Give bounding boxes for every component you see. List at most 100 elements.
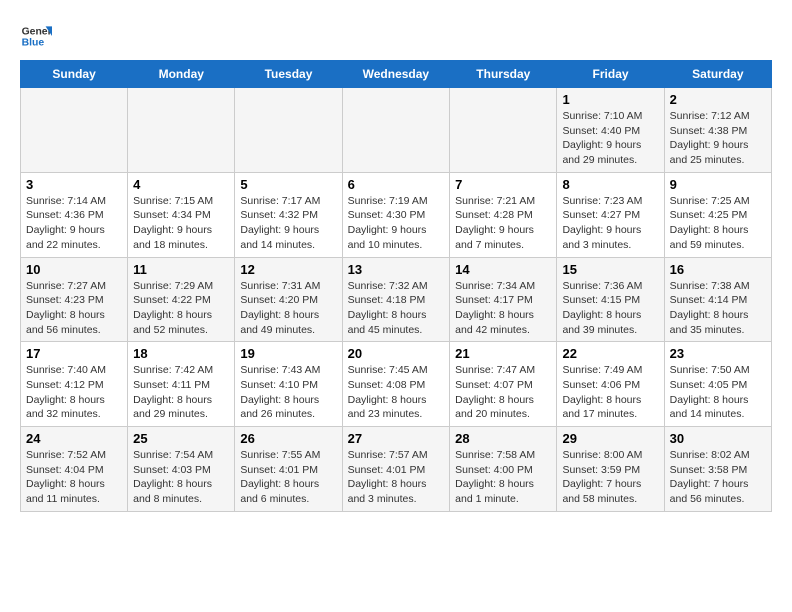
- day-info: Sunrise: 7:58 AM Sunset: 4:00 PM Dayligh…: [455, 448, 551, 507]
- day-number: 12: [240, 262, 336, 277]
- day-number: 26: [240, 431, 336, 446]
- calendar-cell: [128, 88, 235, 173]
- calendar-cell: 1 Sunrise: 7:10 AM Sunset: 4:40 PM Daylig…: [557, 88, 664, 173]
- day-number: 29: [562, 431, 658, 446]
- day-info: Sunrise: 7:49 AM Sunset: 4:06 PM Dayligh…: [562, 363, 658, 422]
- calendar-table: SundayMondayTuesdayWednesdayThursdayFrid…: [20, 60, 772, 512]
- calendar-cell: 3 Sunrise: 7:14 AM Sunset: 4:36 PM Daylig…: [21, 172, 128, 257]
- day-info: Sunrise: 7:14 AM Sunset: 4:36 PM Dayligh…: [26, 194, 122, 253]
- day-info: Sunrise: 7:54 AM Sunset: 4:03 PM Dayligh…: [133, 448, 229, 507]
- day-info: Sunrise: 7:55 AM Sunset: 4:01 PM Dayligh…: [240, 448, 336, 507]
- day-number: 4: [133, 177, 229, 192]
- day-number: 2: [670, 92, 766, 107]
- calendar-row: 10 Sunrise: 7:27 AM Sunset: 4:23 PM Dayli…: [21, 257, 772, 342]
- day-info: Sunrise: 7:21 AM Sunset: 4:28 PM Dayligh…: [455, 194, 551, 253]
- calendar-cell: 6 Sunrise: 7:19 AM Sunset: 4:30 PM Daylig…: [342, 172, 450, 257]
- day-number: 22: [562, 346, 658, 361]
- weekday-header: Saturday: [664, 61, 771, 88]
- day-info: Sunrise: 7:19 AM Sunset: 4:30 PM Dayligh…: [348, 194, 445, 253]
- calendar-cell: [450, 88, 557, 173]
- day-number: 13: [348, 262, 445, 277]
- day-info: Sunrise: 7:52 AM Sunset: 4:04 PM Dayligh…: [26, 448, 122, 507]
- day-number: 1: [562, 92, 658, 107]
- weekday-header: Thursday: [450, 61, 557, 88]
- day-info: Sunrise: 7:10 AM Sunset: 4:40 PM Dayligh…: [562, 109, 658, 168]
- calendar-cell: 10 Sunrise: 7:27 AM Sunset: 4:23 PM Dayli…: [21, 257, 128, 342]
- calendar-cell: 16 Sunrise: 7:38 AM Sunset: 4:14 PM Dayli…: [664, 257, 771, 342]
- calendar-cell: 29 Sunrise: 8:00 AM Sunset: 3:59 PM Dayli…: [557, 427, 664, 512]
- day-info: Sunrise: 8:00 AM Sunset: 3:59 PM Dayligh…: [562, 448, 658, 507]
- calendar-cell: 13 Sunrise: 7:32 AM Sunset: 4:18 PM Dayli…: [342, 257, 450, 342]
- day-number: 17: [26, 346, 122, 361]
- day-info: Sunrise: 7:27 AM Sunset: 4:23 PM Dayligh…: [26, 279, 122, 338]
- day-info: Sunrise: 8:02 AM Sunset: 3:58 PM Dayligh…: [670, 448, 766, 507]
- day-info: Sunrise: 7:38 AM Sunset: 4:14 PM Dayligh…: [670, 279, 766, 338]
- calendar-cell: 26 Sunrise: 7:55 AM Sunset: 4:01 PM Dayli…: [235, 427, 342, 512]
- day-number: 3: [26, 177, 122, 192]
- weekday-header: Friday: [557, 61, 664, 88]
- day-info: Sunrise: 7:47 AM Sunset: 4:07 PM Dayligh…: [455, 363, 551, 422]
- day-number: 24: [26, 431, 122, 446]
- header-row: SundayMondayTuesdayWednesdayThursdayFrid…: [21, 61, 772, 88]
- day-number: 6: [348, 177, 445, 192]
- day-number: 11: [133, 262, 229, 277]
- weekday-header: Monday: [128, 61, 235, 88]
- calendar-cell: 20Sunrise: 7:45 AM Sunset: 4:08 PM Dayli…: [342, 342, 450, 427]
- day-number: 28: [455, 431, 551, 446]
- weekday-header: Tuesday: [235, 61, 342, 88]
- day-number: 23: [670, 346, 766, 361]
- day-info: Sunrise: 7:45 AM Sunset: 4:08 PM Dayligh…: [348, 363, 445, 422]
- day-number: 19: [240, 346, 336, 361]
- calendar-cell: 4Sunrise: 7:15 AM Sunset: 4:34 PM Daylig…: [128, 172, 235, 257]
- day-number: 7: [455, 177, 551, 192]
- day-info: Sunrise: 7:40 AM Sunset: 4:12 PM Dayligh…: [26, 363, 122, 422]
- calendar-row: 1 Sunrise: 7:10 AM Sunset: 4:40 PM Daylig…: [21, 88, 772, 173]
- calendar-cell: 18 Sunrise: 7:42 AM Sunset: 4:11 PM Dayli…: [128, 342, 235, 427]
- calendar-cell: 2 Sunrise: 7:12 AM Sunset: 4:38 PM Daylig…: [664, 88, 771, 173]
- day-info: Sunrise: 7:57 AM Sunset: 4:01 PM Dayligh…: [348, 448, 445, 507]
- day-number: 30: [670, 431, 766, 446]
- calendar-row: 3 Sunrise: 7:14 AM Sunset: 4:36 PM Daylig…: [21, 172, 772, 257]
- calendar-header: SundayMondayTuesdayWednesdayThursdayFrid…: [21, 61, 772, 88]
- day-number: 9: [670, 177, 766, 192]
- calendar-cell: 25 Sunrise: 7:54 AM Sunset: 4:03 PM Dayli…: [128, 427, 235, 512]
- calendar-cell: 9Sunrise: 7:25 AM Sunset: 4:25 PM Daylig…: [664, 172, 771, 257]
- day-info: Sunrise: 7:32 AM Sunset: 4:18 PM Dayligh…: [348, 279, 445, 338]
- calendar-cell: 11 Sunrise: 7:29 AM Sunset: 4:22 PM Dayli…: [128, 257, 235, 342]
- weekday-header: Wednesday: [342, 61, 450, 88]
- calendar-cell: 7 Sunrise: 7:21 AM Sunset: 4:28 PM Daylig…: [450, 172, 557, 257]
- day-info: Sunrise: 7:34 AM Sunset: 4:17 PM Dayligh…: [455, 279, 551, 338]
- day-info: Sunrise: 7:29 AM Sunset: 4:22 PM Dayligh…: [133, 279, 229, 338]
- calendar-cell: 15Sunrise: 7:36 AM Sunset: 4:15 PM Dayli…: [557, 257, 664, 342]
- day-info: Sunrise: 7:12 AM Sunset: 4:38 PM Dayligh…: [670, 109, 766, 168]
- calendar-cell: 5 Sunrise: 7:17 AM Sunset: 4:32 PM Daylig…: [235, 172, 342, 257]
- calendar-cell: [235, 88, 342, 173]
- day-number: 25: [133, 431, 229, 446]
- day-number: 16: [670, 262, 766, 277]
- calendar-cell: [342, 88, 450, 173]
- calendar-cell: 21 Sunrise: 7:47 AM Sunset: 4:07 PM Dayli…: [450, 342, 557, 427]
- day-info: Sunrise: 7:50 AM Sunset: 4:05 PM Dayligh…: [670, 363, 766, 422]
- day-number: 18: [133, 346, 229, 361]
- logo: General Blue: [20, 20, 56, 52]
- weekday-header: Sunday: [21, 61, 128, 88]
- calendar-cell: 19 Sunrise: 7:43 AM Sunset: 4:10 PM Dayli…: [235, 342, 342, 427]
- calendar-cell: 12Sunrise: 7:31 AM Sunset: 4:20 PM Dayli…: [235, 257, 342, 342]
- calendar-cell: 28 Sunrise: 7:58 AM Sunset: 4:00 PM Dayli…: [450, 427, 557, 512]
- calendar-cell: 22 Sunrise: 7:49 AM Sunset: 4:06 PM Dayli…: [557, 342, 664, 427]
- day-info: Sunrise: 7:17 AM Sunset: 4:32 PM Dayligh…: [240, 194, 336, 253]
- day-number: 5: [240, 177, 336, 192]
- day-number: 21: [455, 346, 551, 361]
- calendar-cell: 17 Sunrise: 7:40 AM Sunset: 4:12 PM Dayli…: [21, 342, 128, 427]
- day-info: Sunrise: 7:23 AM Sunset: 4:27 PM Dayligh…: [562, 194, 658, 253]
- day-number: 10: [26, 262, 122, 277]
- header: General Blue: [20, 20, 772, 52]
- day-info: Sunrise: 7:42 AM Sunset: 4:11 PM Dayligh…: [133, 363, 229, 422]
- day-number: 27: [348, 431, 445, 446]
- day-info: Sunrise: 7:43 AM Sunset: 4:10 PM Dayligh…: [240, 363, 336, 422]
- calendar-row: 24 Sunrise: 7:52 AM Sunset: 4:04 PM Dayli…: [21, 427, 772, 512]
- day-number: 8: [562, 177, 658, 192]
- calendar-cell: [21, 88, 128, 173]
- calendar-cell: 23 Sunrise: 7:50 AM Sunset: 4:05 PM Dayli…: [664, 342, 771, 427]
- day-number: 15: [562, 262, 658, 277]
